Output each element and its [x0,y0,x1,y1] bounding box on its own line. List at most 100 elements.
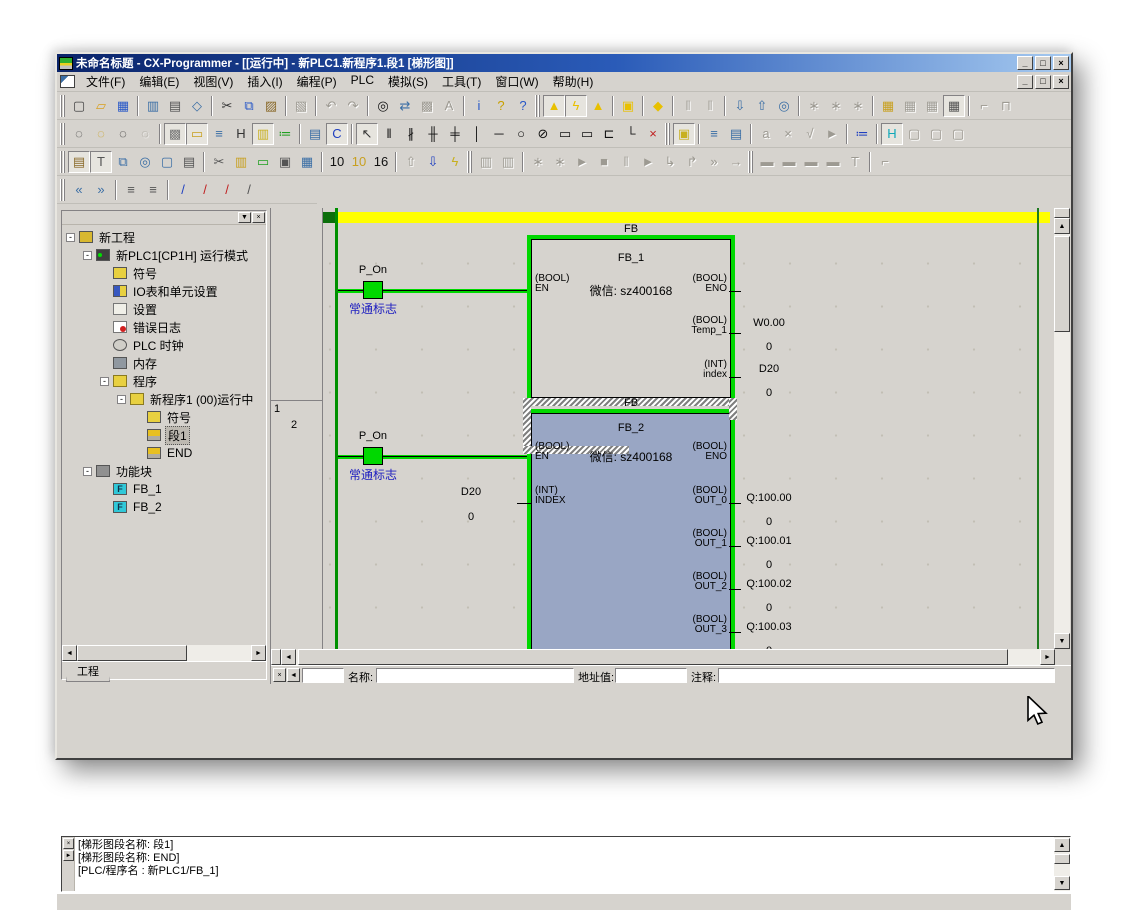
rung2-contact-p-on[interactable] [363,447,383,465]
ladder-hsplit-handle[interactable] [271,649,281,665]
sim-continuous-step-icon[interactable]: » [703,151,725,173]
tree-item-1[interactable]: 段1 [62,426,266,444]
pen-tool-4-icon[interactable]: / [238,179,260,201]
pause-icon[interactable]: ‖ [699,95,721,117]
monitor-io-area-icon[interactable]: ▦ [877,95,899,117]
cross-reference-report-icon[interactable]: ✂ [208,151,230,173]
tree-item-node[interactable]: -新工程 [62,228,266,246]
pen-tool-1-icon[interactable]: / [172,179,194,201]
workspace-pin-button[interactable]: ▼ [238,212,251,223]
sim-step-in-icon[interactable]: ↳ [659,151,681,173]
restore-button[interactable]: □ [1035,56,1051,70]
compare-with-plc-icon[interactable]: ◎ [773,95,795,117]
minimize-button[interactable]: _ [1017,56,1033,70]
workspace-close-button[interactable]: × [252,212,265,223]
fb2-pin-en[interactable]: (BOOL)EN [535,442,597,462]
menu-item-i[interactable]: 插入(I) [240,71,289,92]
show-usage-list-icon[interactable]: ≡ [142,179,164,201]
symbol-type-field[interactable] [302,668,344,683]
sim-mode-1-icon[interactable]: ∗ [527,151,549,173]
online-edit-mode-icon[interactable]: ▣ [617,95,639,117]
tree-item-io[interactable]: IO表和单元设置 [62,282,266,300]
show-comments-icon[interactable]: ▭ [186,123,208,145]
ladder-split-handle[interactable] [1054,208,1070,218]
goto-previous-reference-icon[interactable]: « [68,179,90,201]
tab-project[interactable]: 工程 [66,662,110,682]
release-edit-icon[interactable]: ► [821,123,843,145]
network-tool-3-icon[interactable]: ▬ [800,151,822,173]
compile-all-icon[interactable]: ≡ [703,123,725,145]
show-monitor-in-rung-icon[interactable]: ▥ [252,123,274,145]
tree-item-end[interactable]: END [62,444,266,462]
new-icon[interactable]: ▢ [68,95,90,117]
pen-tool-2-icon[interactable]: / [194,179,216,201]
address-reference-tool-icon[interactable]: ▥ [230,151,252,173]
online-connect-2-icon[interactable]: ▥ [497,151,519,173]
ladder-hscroll-thumb[interactable] [298,649,1008,665]
toolbar-grip[interactable] [60,95,65,117]
transfer-to-plc-icon[interactable]: ⇩ [729,95,751,117]
toggle-cross-reference-icon[interactable]: ◎ [134,151,156,173]
watch-window-icon[interactable]: H [881,123,903,145]
monitor-hex-view-icon[interactable]: ▦ [943,95,965,117]
network-tool-2-icon[interactable]: ▬ [778,151,800,173]
toggle-grid-icon[interactable]: ▩ [164,123,186,145]
tree-item-fb_2[interactable]: FFB_2 [62,498,266,516]
tree-item-100[interactable]: -新程序1 (00)运行中 [62,390,266,408]
fb2-out_0-address[interactable]: Q:100.00 [737,492,801,504]
cancel-edit-icon[interactable]: × [777,123,799,145]
window-view-1-icon[interactable]: ▢ [903,123,925,145]
tree-expand-icon[interactable]: - [83,467,92,476]
toolbar-grip[interactable] [60,179,65,201]
show-ruler-icon[interactable]: H [230,123,252,145]
tree-scroll-thumb[interactable] [77,645,187,661]
io-comment-view-icon[interactable]: ▭ [252,151,274,173]
change-model-icon[interactable]: A [438,95,460,117]
tree-expand-icon[interactable]: - [66,233,75,242]
online-edit-send-icon[interactable]: ϟ [444,151,466,173]
new-coil-icon[interactable]: ○ [510,123,532,145]
toolbar-grip[interactable] [467,151,472,173]
show-rung-list-icon[interactable]: ≡ [120,179,142,201]
copy-icon[interactable]: ⧉ [238,95,260,117]
comment-field[interactable] [718,668,1055,683]
sim-run-icon[interactable]: ► [571,151,593,173]
monitor-signed-decimal-icon[interactable]: 10 [348,151,370,173]
new-vertical-line-icon[interactable]: │ [466,123,488,145]
tree-scroll-right-icon[interactable]: ► [251,645,266,661]
child-restore-button[interactable]: □ [1035,75,1051,89]
transfer-fb-to-plc-icon[interactable]: ⇧ [400,151,422,173]
new-or-closed-contact-icon[interactable]: ╪ [444,123,466,145]
network-tool-1-icon[interactable]: ▬ [756,151,778,173]
fb2-pin-index[interactable]: (INT)INDEX [535,486,597,506]
child-minimize-button[interactable]: _ [1017,75,1033,89]
show-properties-icon[interactable]: ▤ [178,151,200,173]
toggle-address-reference-icon[interactable]: ▢ [156,151,178,173]
browse-hierarchy-icon[interactable]: ≔ [851,123,873,145]
goto-next-reference-icon[interactable]: » [90,179,112,201]
symbol-bar-close-icon[interactable]: × [273,668,286,682]
menu-item-plc[interactable]: PLC [344,71,381,92]
toolbar-grip[interactable] [535,95,540,117]
fb2-out_2-address[interactable]: Q:100.02 [737,578,801,590]
menu-item-w[interactable]: 窗口(W) [488,71,545,92]
ladder-scroll-left-icon[interactable]: ◄ [281,649,296,665]
toolbar-grip[interactable] [665,123,670,145]
force-off-icon[interactable]: ∗ [825,95,847,117]
zoom-region-icon[interactable]: ◌ [90,123,112,145]
view-mnemonics-icon[interactable]: ▤ [304,123,326,145]
menu-item-f[interactable]: 文件(F) [79,71,132,92]
fb1-temp1-address[interactable]: W0.00 [737,317,801,329]
show-program-list-icon[interactable]: ▣ [274,151,296,173]
go-to-rung-icon[interactable]: ⌐ [874,151,896,173]
replace-icon[interactable]: ⇄ [394,95,416,117]
monitor-icon[interactable]: ϟ [565,95,587,117]
differential-monitor-icon[interactable]: ⌐ [973,95,995,117]
output-next-icon[interactable]: ► [63,850,74,861]
sim-mode-2-icon[interactable]: ∗ [549,151,571,173]
fb2-pin-out_3[interactable]: (BOOL)OUT_3 [665,615,727,635]
zoom-in-icon[interactable]: ◌ [112,123,134,145]
sim-scan-run-icon[interactable]: → [725,151,747,173]
fb2-pin-out_0[interactable]: (BOOL)OUT_0 [665,486,727,506]
pause-with-trigger-icon[interactable]: ▲ [587,95,609,117]
